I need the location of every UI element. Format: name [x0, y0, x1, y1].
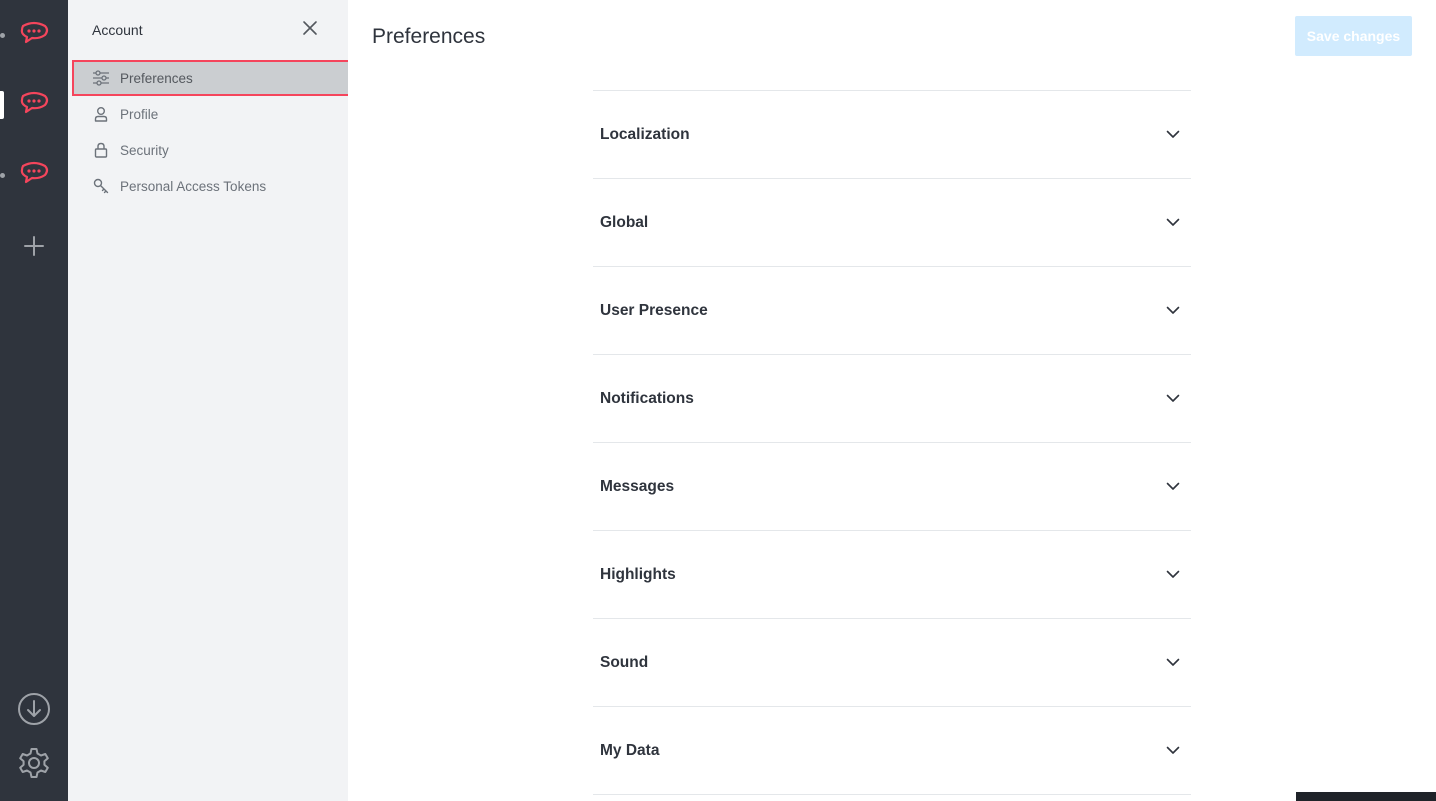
unread-dot: [0, 172, 5, 178]
chevron-down-icon: [1165, 743, 1181, 759]
accordion-divider: [593, 794, 1191, 795]
preferences-accordion: Localization Global User Presence Notifi…: [593, 90, 1191, 795]
chevron-down-icon: [1165, 655, 1181, 671]
section-user-presence[interactable]: User Presence: [593, 266, 1191, 354]
unread-dot: [0, 32, 5, 38]
sidebar-item-preferences[interactable]: Preferences: [72, 60, 350, 96]
lock-icon: [92, 141, 110, 159]
chevron-down-icon: [1165, 127, 1181, 143]
user-icon: [92, 105, 110, 123]
chevron-down-icon: [1165, 567, 1181, 583]
section-title: Localization: [600, 125, 690, 143]
download-circle-icon: [17, 692, 51, 731]
chevron-down-icon: [1165, 391, 1181, 407]
sidebar-item-personal-access-tokens[interactable]: Personal Access Tokens: [72, 168, 350, 204]
server-rail: [0, 0, 68, 801]
sliders-icon: [92, 69, 110, 87]
section-sound[interactable]: Sound: [593, 618, 1191, 706]
save-changes-button[interactable]: Save changes: [1295, 16, 1412, 56]
settings-button[interactable]: [0, 746, 68, 784]
sidebar-title: Account: [92, 22, 143, 38]
active-server-indicator: [0, 91, 4, 119]
chevron-down-icon: [1165, 303, 1181, 319]
server-1[interactable]: [0, 15, 68, 55]
section-title: Notifications: [600, 389, 694, 407]
section-title: Sound: [600, 653, 649, 671]
section-messages[interactable]: Messages: [593, 442, 1191, 530]
section-localization[interactable]: Localization: [593, 90, 1191, 178]
sidebar-item-profile[interactable]: Profile: [72, 96, 350, 132]
chevron-down-icon: [1165, 479, 1181, 495]
section-notifications[interactable]: Notifications: [593, 354, 1191, 442]
chevron-down-icon: [1165, 215, 1181, 231]
sidebar-item-label: Security: [120, 142, 169, 158]
rocketchat-logo-icon: [19, 21, 49, 50]
page-title: Preferences: [372, 25, 486, 48]
add-server-button[interactable]: [0, 235, 68, 262]
app-window: Account Preferences Profile Security Per…: [0, 0, 1436, 801]
rocketchat-logo-icon: [19, 91, 49, 120]
section-title: Messages: [600, 477, 675, 495]
section-title: Global: [600, 213, 649, 231]
section-title: My Data: [600, 741, 660, 759]
close-sidebar-button[interactable]: [300, 20, 320, 40]
plus-icon: [23, 235, 45, 262]
section-global[interactable]: Global: [593, 178, 1191, 266]
downloads-button[interactable]: [0, 692, 68, 731]
server-2[interactable]: [0, 85, 68, 125]
taskbar-edge: [1296, 792, 1436, 801]
section-title: User Presence: [600, 301, 708, 319]
section-highlights[interactable]: Highlights: [593, 530, 1191, 618]
preferences-page: Preferences Save changes Localization Gl…: [348, 0, 1436, 801]
key-icon: [92, 177, 110, 195]
section-title: Highlights: [600, 565, 676, 583]
rocketchat-logo-icon: [19, 161, 49, 190]
sidebar-item-label: Profile: [120, 106, 159, 122]
close-icon: [302, 20, 318, 41]
account-sidebar: Account Preferences Profile Security Per…: [68, 0, 350, 801]
sidebar-item-security[interactable]: Security: [72, 132, 350, 168]
server-3[interactable]: [0, 155, 68, 195]
gear-icon: [17, 746, 51, 785]
sidebar-item-label: Preferences: [120, 70, 193, 86]
sidebar-item-label: Personal Access Tokens: [120, 178, 267, 194]
section-my-data[interactable]: My Data: [593, 706, 1191, 794]
